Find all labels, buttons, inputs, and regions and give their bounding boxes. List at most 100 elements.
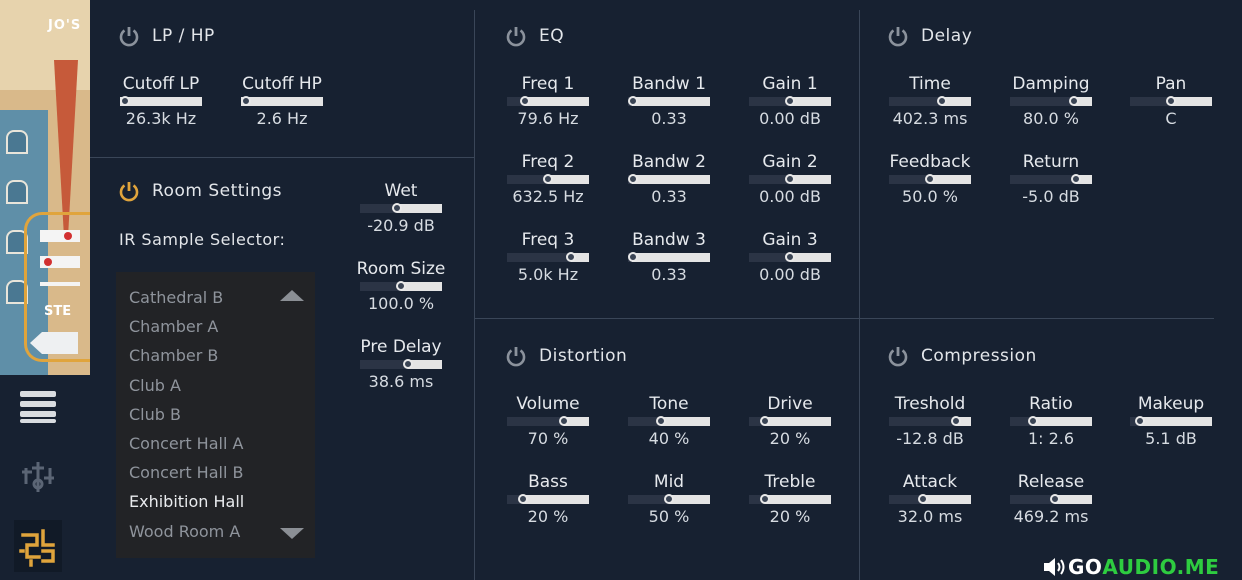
gain-2-slider[interactable] <box>749 174 831 184</box>
return-slider[interactable] <box>1010 174 1092 184</box>
gain-3-slider[interactable] <box>749 252 831 262</box>
slider-handle[interactable] <box>1068 96 1079 106</box>
freq-3-slider[interactable] <box>507 252 589 262</box>
ir-sample-list[interactable]: Cathedral B Chamber A Chamber B Club A Club … <box>116 272 315 558</box>
slider-handle[interactable] <box>402 359 413 369</box>
slider-fill <box>749 175 790 184</box>
ratio-slider[interactable] <box>1010 416 1092 426</box>
divider <box>859 10 860 580</box>
ir-sample-item[interactable]: Wood Room A <box>129 521 240 543</box>
slider-handle[interactable] <box>785 96 795 106</box>
power-icon[interactable] <box>118 180 140 202</box>
ir-sample-item[interactable]: Club B <box>129 404 181 426</box>
slider-fill <box>1010 495 1056 504</box>
makeup-slider[interactable] <box>1130 416 1212 426</box>
cutoff-lp-slider[interactable] <box>119 96 202 106</box>
slider-fill <box>507 253 571 262</box>
bandw-2-slider[interactable] <box>627 174 710 184</box>
slider-handle[interactable] <box>391 203 402 213</box>
scroll-down-icon[interactable] <box>280 528 304 539</box>
param-label: Makeup <box>1137 394 1205 414</box>
slider-fill <box>507 175 548 184</box>
slider-fill <box>628 495 669 504</box>
param-value: 0.33 <box>651 187 687 206</box>
volume-slider[interactable] <box>507 416 589 426</box>
treshold-slider[interactable] <box>889 416 971 426</box>
slider-handle[interactable] <box>1134 416 1145 426</box>
ir-sample-item[interactable]: Cathedral B <box>129 287 223 309</box>
ir-sample-item[interactable]: Chamber B <box>129 345 218 367</box>
mid-slider[interactable] <box>628 494 710 504</box>
slider-fill <box>889 97 943 106</box>
gain-1-slider[interactable] <box>749 96 831 106</box>
slider-handle[interactable] <box>627 96 638 106</box>
slider-handle[interactable] <box>785 252 795 262</box>
slider-handle[interactable] <box>1050 494 1061 504</box>
time-slider[interactable] <box>889 96 971 106</box>
power-icon[interactable] <box>505 25 527 47</box>
param-value: C <box>1165 109 1177 128</box>
ir-sample-item[interactable]: Chamber A <box>129 316 218 338</box>
feedback-slider[interactable] <box>889 174 971 184</box>
slider-handle[interactable] <box>559 416 570 426</box>
section-delay-header: Delay <box>887 25 972 47</box>
release-slider[interactable] <box>1010 494 1092 504</box>
ir-sample-item[interactable]: Concert Hall A <box>129 433 243 455</box>
power-icon[interactable] <box>505 345 527 367</box>
slider-handle[interactable] <box>1070 174 1081 184</box>
power-icon[interactable] <box>887 345 909 367</box>
param-value: 38.6 ms <box>368 372 434 391</box>
param-release: Release 469.2 ms <box>991 471 1111 528</box>
param-attack: Attack 32.0 ms <box>870 471 990 528</box>
ir-sample-item[interactable]: Exhibition Hall <box>129 491 244 513</box>
drive-slider[interactable] <box>749 416 831 426</box>
ir-sample-item[interactable]: Club A <box>129 375 181 397</box>
damping-slider[interactable] <box>1010 96 1092 106</box>
slider-handle[interactable] <box>119 96 130 106</box>
menu-icon[interactable] <box>14 382 62 430</box>
slider-handle[interactable] <box>240 96 251 106</box>
ir-sample-item[interactable]: Concert Hall B <box>129 462 243 484</box>
slider-handle[interactable] <box>627 174 638 184</box>
slider-handle[interactable] <box>951 416 962 426</box>
treble-slider[interactable] <box>749 494 831 504</box>
effects-icon[interactable] <box>14 520 62 572</box>
slider-handle[interactable] <box>1027 416 1038 426</box>
freq-1-slider[interactable] <box>507 96 589 106</box>
bandw-3-slider[interactable] <box>627 252 710 262</box>
slider-handle[interactable] <box>760 494 771 504</box>
slider-handle[interactable] <box>664 494 674 504</box>
slider-handle[interactable] <box>785 174 795 184</box>
slider-handle[interactable] <box>937 96 948 106</box>
power-icon[interactable] <box>887 25 909 47</box>
tone-slider[interactable] <box>628 416 710 426</box>
slider-handle[interactable] <box>1166 96 1176 106</box>
bandw-1-slider[interactable] <box>627 96 710 106</box>
wet-slider[interactable] <box>360 203 442 213</box>
slider-handle[interactable] <box>543 174 553 184</box>
slider-handle[interactable] <box>918 494 929 504</box>
cutoff-hp-slider[interactable] <box>240 96 323 106</box>
power-icon[interactable] <box>118 25 140 47</box>
slider-handle[interactable] <box>565 252 576 262</box>
slider-handle[interactable] <box>925 174 935 184</box>
param-value: 2.6 Hz <box>256 109 308 128</box>
pan-slider[interactable] <box>1130 96 1212 106</box>
slider-handle[interactable] <box>520 96 531 106</box>
scroll-up-icon[interactable] <box>280 290 304 301</box>
slider-handle[interactable] <box>396 281 406 291</box>
freq-2-slider[interactable] <box>507 174 589 184</box>
attack-slider[interactable] <box>889 494 971 504</box>
slider-handle[interactable] <box>627 252 638 262</box>
slider-handle[interactable] <box>518 494 529 504</box>
param-gain-1: Gain 1 0.00 dB <box>730 73 850 130</box>
mixer-icon[interactable] <box>14 452 62 500</box>
pre-delay-slider[interactable] <box>360 359 442 369</box>
param-value: 100.0 % <box>367 294 435 313</box>
section-compression-header: Compression <box>887 345 1037 367</box>
slider-handle[interactable] <box>760 416 771 426</box>
bass-slider[interactable] <box>507 494 589 504</box>
param-return: Return -5.0 dB <box>991 151 1111 208</box>
slider-handle[interactable] <box>655 416 666 426</box>
room-size-slider[interactable] <box>360 281 442 291</box>
